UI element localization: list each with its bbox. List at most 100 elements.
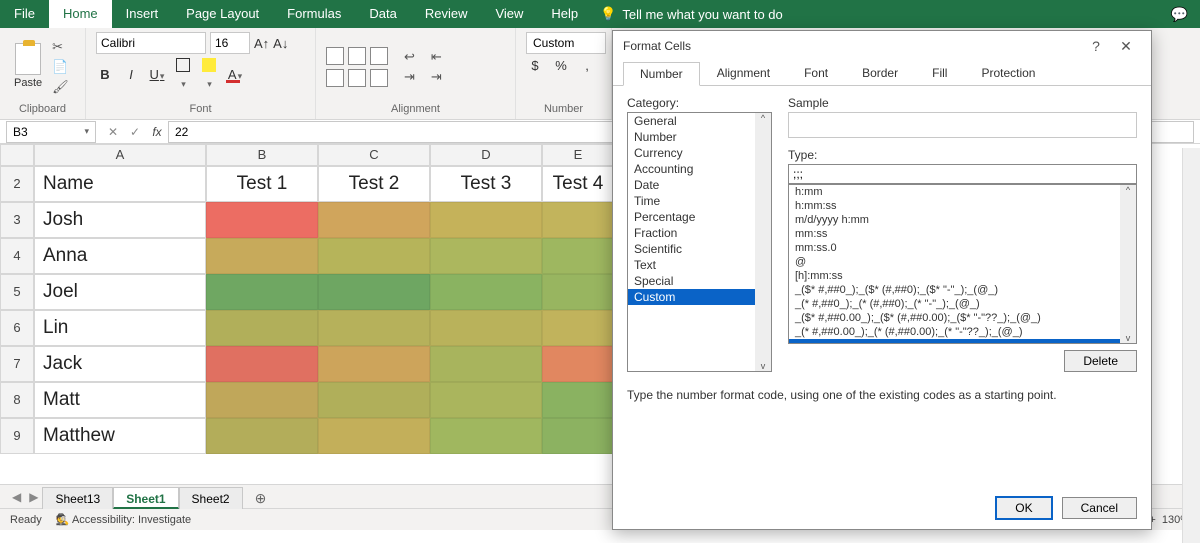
tab-data[interactable]: Data bbox=[355, 0, 410, 28]
paste-button[interactable]: Paste bbox=[10, 41, 46, 93]
cell-heatmap[interactable] bbox=[318, 238, 430, 274]
row-header[interactable]: 2 bbox=[0, 166, 34, 202]
list-item[interactable]: Special bbox=[628, 273, 771, 289]
sheet-tab[interactable]: Sheet1 bbox=[113, 487, 178, 509]
cell[interactable]: Jack bbox=[34, 346, 206, 382]
dialog-tab-protection[interactable]: Protection bbox=[964, 61, 1052, 85]
list-item[interactable]: h:mm bbox=[789, 185, 1136, 199]
accessibility-status[interactable]: 🕵 Accessibility: Investigate bbox=[56, 513, 191, 526]
tab-help[interactable]: Help bbox=[537, 0, 592, 28]
number-format-select[interactable] bbox=[526, 32, 606, 54]
cell-heatmap[interactable] bbox=[430, 382, 542, 418]
list-item[interactable]: Time bbox=[628, 193, 771, 209]
list-item[interactable]: Scientific bbox=[628, 241, 771, 257]
cell-heatmap[interactable] bbox=[318, 382, 430, 418]
list-item[interactable]: Accounting bbox=[628, 161, 771, 177]
list-item[interactable]: mm:ss bbox=[789, 227, 1136, 241]
cell[interactable]: Anna bbox=[34, 238, 206, 274]
col-header[interactable]: A bbox=[34, 144, 206, 166]
vertical-scrollbar[interactable] bbox=[1182, 148, 1200, 543]
border-button[interactable]: ▾ bbox=[174, 58, 192, 90]
list-item[interactable]: Currency bbox=[628, 145, 771, 161]
cell-heatmap[interactable] bbox=[318, 274, 430, 310]
list-item[interactable]: h:mm:ss bbox=[789, 199, 1136, 213]
align-bottom-right[interactable] bbox=[370, 69, 388, 87]
list-item[interactable]: Custom bbox=[628, 289, 771, 305]
list-item[interactable]: _(* #,##0_);_(* (#,##0);_(* "-"_);_(@_) bbox=[789, 297, 1136, 311]
row-header[interactable]: 9 bbox=[0, 418, 34, 454]
align-top-right[interactable] bbox=[370, 47, 388, 65]
col-header[interactable]: B bbox=[206, 144, 318, 166]
cell[interactable]: Josh bbox=[34, 202, 206, 238]
list-item[interactable]: General bbox=[628, 113, 771, 129]
select-all-corner[interactable] bbox=[0, 144, 34, 166]
sheet-tab[interactable]: Sheet2 bbox=[179, 487, 243, 509]
cell-heatmap[interactable] bbox=[430, 202, 542, 238]
cell-heatmap[interactable] bbox=[542, 274, 614, 310]
col-header[interactable]: D bbox=[430, 144, 542, 166]
row-header[interactable]: 3 bbox=[0, 202, 34, 238]
col-header[interactable]: C bbox=[318, 144, 430, 166]
font-name-select[interactable] bbox=[96, 32, 206, 54]
font-color-button[interactable]: A▾ bbox=[226, 67, 244, 82]
cell-heatmap[interactable] bbox=[542, 346, 614, 382]
copy-icon[interactable]: 📄 bbox=[52, 58, 69, 76]
list-item[interactable]: mm:ss.0 bbox=[789, 241, 1136, 255]
cancel-button[interactable]: Cancel bbox=[1062, 497, 1137, 519]
align-top-left[interactable] bbox=[326, 47, 344, 65]
list-item[interactable]: Date bbox=[628, 177, 771, 193]
dialog-tab-border[interactable]: Border bbox=[845, 61, 915, 85]
add-sheet-button[interactable]: ⊕ bbox=[243, 487, 279, 509]
cell-heatmap[interactable] bbox=[430, 274, 542, 310]
row-header[interactable]: 4 bbox=[0, 238, 34, 274]
enter-formula-icon[interactable]: ✓ bbox=[124, 125, 146, 139]
cell[interactable]: Test 2 bbox=[318, 166, 430, 202]
list-item[interactable]: Fraction bbox=[628, 225, 771, 241]
tab-insert[interactable]: Insert bbox=[112, 0, 173, 28]
cell-heatmap[interactable] bbox=[542, 238, 614, 274]
italic-button[interactable]: I bbox=[122, 67, 140, 82]
type-listbox[interactable]: h:mm h:mm:ss m/d/yyyy h:mm mm:ss mm:ss.0… bbox=[788, 184, 1137, 344]
help-icon[interactable]: ? bbox=[1081, 38, 1111, 54]
dialog-tab-fill[interactable]: Fill bbox=[915, 61, 964, 85]
tab-formulas[interactable]: Formulas bbox=[273, 0, 355, 28]
cell-heatmap[interactable] bbox=[430, 310, 542, 346]
cell-heatmap[interactable] bbox=[542, 202, 614, 238]
cell-heatmap[interactable] bbox=[206, 418, 318, 454]
dialog-tab-alignment[interactable]: Alignment bbox=[700, 61, 787, 85]
format-painter-icon[interactable]: 🖌 bbox=[52, 78, 69, 96]
cut-icon[interactable]: ✂ bbox=[52, 38, 69, 56]
cell-heatmap[interactable] bbox=[206, 202, 318, 238]
cell-heatmap[interactable] bbox=[318, 346, 430, 382]
cell[interactable]: Matthew bbox=[34, 418, 206, 454]
list-item[interactable]: Percentage bbox=[628, 209, 771, 225]
decrease-font-icon[interactable]: A↓ bbox=[273, 36, 288, 51]
tab-page-layout[interactable]: Page Layout bbox=[172, 0, 273, 28]
align-top-center[interactable] bbox=[348, 47, 366, 65]
cell[interactable]: Matt bbox=[34, 382, 206, 418]
align-bottom-left[interactable] bbox=[326, 69, 344, 87]
cell-heatmap[interactable] bbox=[318, 418, 430, 454]
listbox-scrollbar[interactable]: ^v bbox=[1120, 185, 1136, 343]
cell[interactable]: Test 1 bbox=[206, 166, 318, 202]
fill-color-button[interactable]: ▾ bbox=[200, 58, 218, 90]
row-header[interactable]: 5 bbox=[0, 274, 34, 310]
cell-heatmap[interactable] bbox=[318, 202, 430, 238]
cell-heatmap[interactable] bbox=[206, 310, 318, 346]
sheet-tab[interactable]: Sheet13 bbox=[42, 487, 113, 509]
merge-center-button[interactable]: ⇥ bbox=[404, 68, 415, 86]
cell-heatmap[interactable] bbox=[542, 418, 614, 454]
comments-icon[interactable]: 💬 bbox=[1159, 6, 1200, 23]
cell[interactable]: Joel bbox=[34, 274, 206, 310]
col-header[interactable]: E bbox=[542, 144, 614, 166]
cell-heatmap[interactable] bbox=[206, 382, 318, 418]
tab-view[interactable]: View bbox=[481, 0, 537, 28]
sheet-nav-prev-icon[interactable]: ◀ bbox=[8, 490, 25, 504]
row-header[interactable]: 8 bbox=[0, 382, 34, 418]
cell-heatmap[interactable] bbox=[206, 238, 318, 274]
name-box[interactable]: B3 ▾ bbox=[6, 121, 96, 143]
currency-button[interactable]: $ bbox=[526, 58, 544, 73]
underline-button[interactable]: U▾ bbox=[148, 67, 166, 82]
list-item[interactable]: _($* #,##0_);_($* (#,##0);_($* "-"_);_(@… bbox=[789, 283, 1136, 297]
sheet-nav-next-icon[interactable]: ▶ bbox=[25, 490, 42, 504]
